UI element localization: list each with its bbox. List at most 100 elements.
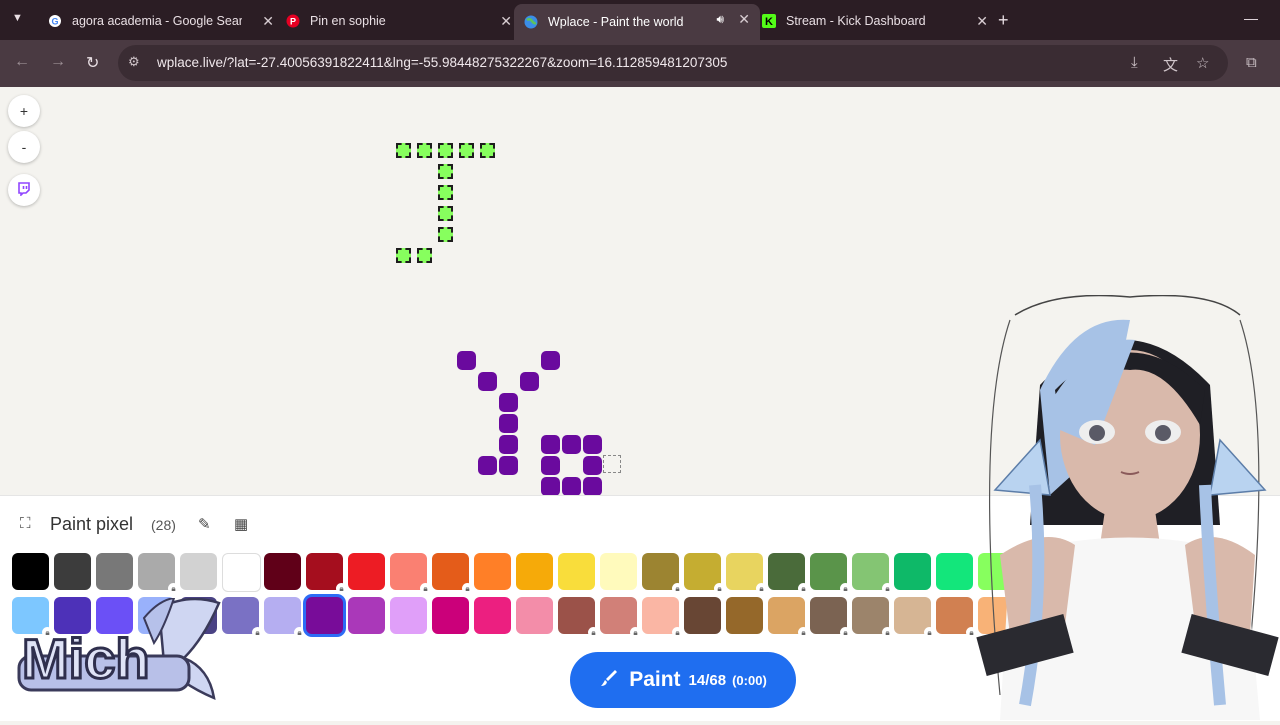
minimize-icon[interactable]: — <box>1244 10 1258 26</box>
color-swatch[interactable]: 🔒︎ <box>390 553 431 594</box>
color-swatch[interactable]: 🔒︎ <box>432 553 473 594</box>
pixel[interactable] <box>396 143 411 158</box>
color-swatch[interactable] <box>348 597 385 634</box>
color-swatch[interactable]: 🔒︎ <box>684 553 725 594</box>
color-swatch[interactable] <box>432 597 469 634</box>
tab-search-icon[interactable]: ▼ <box>12 12 23 24</box>
lock-icon: 🔒︎ <box>840 627 851 638</box>
site-settings-icon[interactable]: ⚙ <box>128 54 140 70</box>
pixel[interactable] <box>585 437 600 452</box>
kick-icon: K <box>762 14 776 28</box>
close-icon[interactable]: ✕ <box>976 13 988 30</box>
color-swatch[interactable] <box>516 597 553 634</box>
zoom-in-button[interactable]: + <box>8 95 40 127</box>
color-swatch[interactable]: 🔒︎ <box>894 597 935 638</box>
pixel[interactable] <box>438 227 453 242</box>
pixel[interactable] <box>522 374 537 389</box>
color-swatch[interactable]: 🔒︎ <box>264 597 305 638</box>
color-swatch[interactable]: 🔒︎ <box>810 553 851 594</box>
reload-icon[interactable]: ↻ <box>86 53 99 73</box>
color-swatch[interactable] <box>222 553 261 592</box>
close-icon[interactable]: ✕ <box>500 13 512 30</box>
pixel[interactable] <box>480 143 495 158</box>
color-swatch[interactable] <box>180 553 217 590</box>
tab-kick[interactable]: K Stream - Kick Dashboard ✕ <box>752 6 998 36</box>
pixel[interactable] <box>585 458 600 473</box>
pixel[interactable] <box>459 353 474 368</box>
pixel[interactable] <box>480 374 495 389</box>
pixel[interactable] <box>438 143 453 158</box>
color-swatch[interactable] <box>474 597 511 634</box>
color-swatch[interactable]: 🔒︎ <box>642 597 683 638</box>
pixel[interactable] <box>417 143 432 158</box>
color-swatch[interactable]: 🔒︎ <box>600 597 641 638</box>
color-swatch[interactable] <box>306 597 343 634</box>
pixel[interactable] <box>501 395 516 410</box>
pixel[interactable] <box>543 479 558 494</box>
color-swatch[interactable] <box>684 597 721 634</box>
tab-google-search[interactable]: G agora academia - Google Search ✕ <box>38 6 284 36</box>
tab-wplace[interactable]: Wplace - Paint the world 🔊︎ ✕ <box>514 4 760 40</box>
extensions-icon[interactable]: ⧉ <box>1246 54 1257 71</box>
eyedropper-icon[interactable]: ✎ <box>198 515 211 533</box>
color-swatch[interactable]: 🔒︎ <box>768 553 809 594</box>
pixel[interactable] <box>480 458 495 473</box>
pixel[interactable] <box>501 416 516 431</box>
color-swatch[interactable] <box>894 553 931 590</box>
pixel[interactable] <box>543 458 558 473</box>
pixel[interactable] <box>396 248 411 263</box>
twitch-button[interactable] <box>8 174 40 206</box>
pixel[interactable] <box>501 437 516 452</box>
new-tab-icon[interactable]: + <box>998 10 1009 31</box>
pixel[interactable] <box>417 248 432 263</box>
bookmark-star-icon[interactable]: ☆ <box>1196 54 1209 72</box>
zoom-out-button[interactable]: - <box>8 131 40 163</box>
color-swatch[interactable] <box>516 553 553 590</box>
color-swatch[interactable]: 🔒︎ <box>138 553 179 594</box>
pixel[interactable] <box>564 437 579 452</box>
pixel[interactable] <box>438 206 453 221</box>
pixel[interactable] <box>438 185 453 200</box>
color-swatch[interactable] <box>558 553 595 590</box>
pixel[interactable] <box>543 353 558 368</box>
translate-icon[interactable]: 文 <box>1163 54 1178 75</box>
url-text[interactable]: wplace.live/?lat=-27.40056391822411&lng=… <box>157 55 727 70</box>
pixel[interactable] <box>564 479 579 494</box>
grid-icon[interactable]: ▦ <box>234 515 248 533</box>
pixel[interactable] <box>543 437 558 452</box>
fullscreen-icon[interactable]: ⛶ <box>20 515 31 532</box>
color-swatch[interactable] <box>390 597 427 634</box>
paint-button[interactable]: Paint 14/68 (0:00) <box>570 652 796 708</box>
color-swatch[interactable] <box>600 553 637 590</box>
color-swatch[interactable] <box>474 553 511 590</box>
color-swatch[interactable] <box>54 553 91 590</box>
close-icon[interactable]: ✕ <box>738 11 750 28</box>
color-swatch[interactable]: 🔒︎ <box>726 553 767 594</box>
color-swatch[interactable]: 🔒︎ <box>558 597 599 638</box>
lock-icon: 🔒︎ <box>672 583 683 594</box>
pixel[interactable] <box>459 143 474 158</box>
close-icon[interactable]: ✕ <box>262 13 274 30</box>
color-swatch[interactable]: 🔒︎ <box>222 597 263 638</box>
color-swatch[interactable]: 🔒︎ <box>852 597 893 638</box>
pixel[interactable] <box>585 479 600 494</box>
tab-pinterest[interactable]: P Pin en sophie ✕ <box>276 6 522 36</box>
pixel[interactable] <box>501 458 516 473</box>
color-swatch[interactable]: 🔒︎ <box>306 553 347 594</box>
lock-icon: 🔒︎ <box>672 627 683 638</box>
color-swatch[interactable]: 🔒︎ <box>852 553 893 594</box>
color-swatch[interactable] <box>12 553 49 590</box>
color-swatch[interactable] <box>96 553 133 590</box>
color-swatch[interactable]: 🔒︎ <box>810 597 851 638</box>
color-swatch[interactable] <box>348 553 385 590</box>
forward-icon[interactable]: → <box>50 53 66 71</box>
color-swatch[interactable] <box>726 597 763 634</box>
cursor-icon <box>603 455 621 473</box>
color-swatch[interactable]: 🔒︎ <box>768 597 809 638</box>
color-swatch[interactable] <box>264 553 301 590</box>
speaker-icon[interactable]: 🔊︎ <box>716 12 724 27</box>
back-icon[interactable]: ← <box>14 53 30 71</box>
pixel[interactable] <box>438 164 453 179</box>
install-app-icon[interactable]: ⤓ <box>1131 54 1138 71</box>
color-swatch[interactable]: 🔒︎ <box>642 553 683 594</box>
